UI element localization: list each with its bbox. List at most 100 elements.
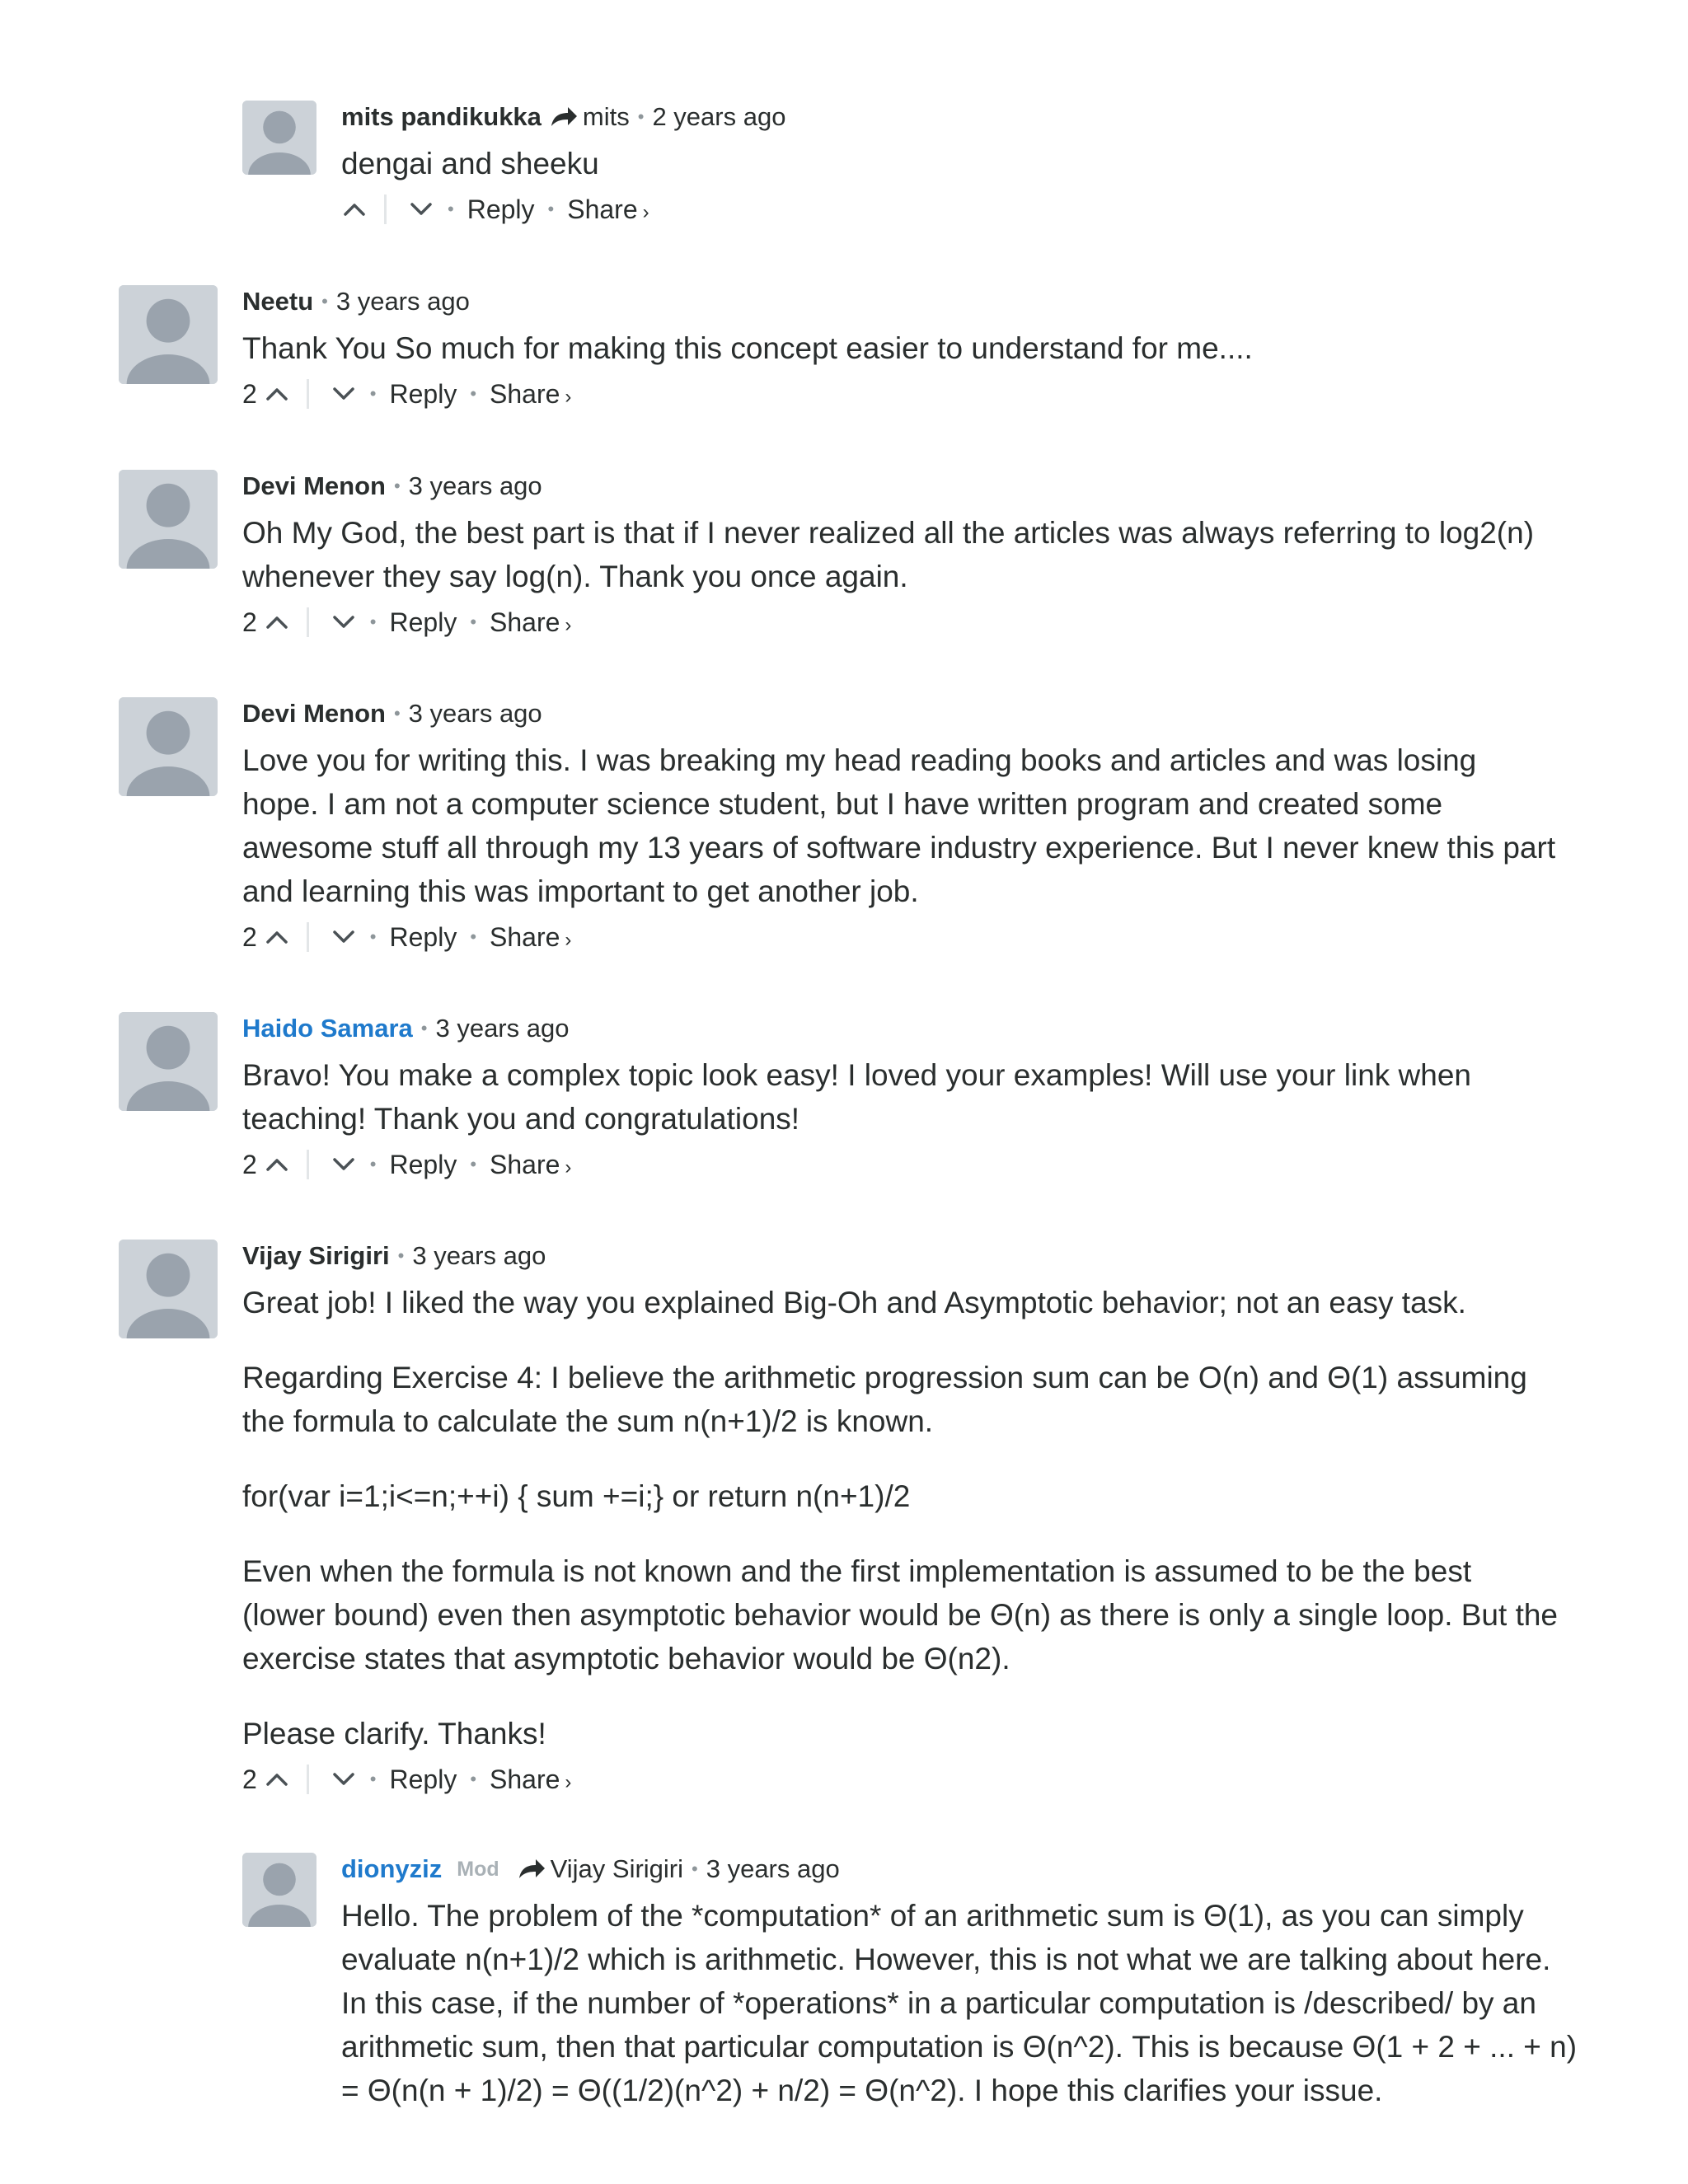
upvote-button[interactable] (264, 609, 290, 635)
chevron-up-icon (266, 931, 288, 944)
author-name[interactable]: Haido Samara (242, 1014, 413, 1043)
share-label: Share (490, 378, 560, 409)
vote-divider (306, 922, 309, 952)
comment-footer: 2 • Reply • Share › (242, 1760, 1561, 1798)
separator-dot: • (547, 199, 555, 219)
upvote-button[interactable] (264, 924, 290, 950)
user-placeholder-icon (119, 1240, 218, 1338)
separator-dot: • (321, 291, 328, 312)
downvote-button[interactable] (331, 1151, 357, 1178)
downvote-button[interactable] (331, 924, 357, 950)
comment-paragraph: Great job! I liked the way you explained… (242, 1286, 1466, 1319)
downvote-button[interactable] (408, 196, 434, 223)
comment-paragraph: Bravo! You make a complex topic look eas… (242, 1058, 1472, 1136)
separator-dot: • (470, 1769, 477, 1789)
chevron-right-icon: › (565, 613, 572, 636)
comment-paragraph: Love you for writing this. I was breakin… (242, 743, 1556, 908)
chevron-down-icon (333, 616, 354, 628)
timestamp[interactable]: 3 years ago (409, 471, 542, 501)
user-placeholder-icon (242, 101, 316, 175)
comment-thread: mits pandikukka mits • 2 years ago denga… (0, 0, 1688, 2184)
author-name[interactable]: Devi Menon (242, 471, 386, 501)
separator-dot: • (369, 612, 377, 632)
parent-author-name[interactable]: mits (583, 102, 630, 132)
author-name[interactable]: dionyziz (341, 1854, 442, 1884)
comment-text: Bravo! You make a complex topic look eas… (242, 1053, 1561, 1141)
comment-text: Love you for writing this. I was breakin… (242, 738, 1561, 913)
avatar[interactable] (119, 697, 218, 796)
vote-count: 2 (242, 1149, 257, 1179)
timestamp[interactable]: 3 years ago (435, 1014, 569, 1043)
reply-button[interactable]: Reply (390, 1150, 457, 1180)
author-name[interactable]: Devi Menon (242, 699, 386, 729)
timestamp[interactable]: 2 years ago (652, 102, 785, 132)
vote-divider (384, 194, 387, 224)
downvote-button[interactable] (331, 381, 357, 407)
user-placeholder-icon (119, 470, 218, 569)
avatar[interactable] (242, 101, 316, 175)
reply-button[interactable]: Reply (390, 607, 457, 638)
separator-dot: • (393, 476, 401, 496)
share-label: Share (567, 194, 638, 224)
comment-text: Oh My God, the best part is that if I ne… (242, 511, 1561, 598)
share-button[interactable]: Share › (490, 607, 571, 638)
comment-footer: 2 • Reply • Share › (242, 1146, 1561, 1183)
user-placeholder-icon (242, 1853, 316, 1927)
avatar[interactable] (119, 1012, 218, 1111)
comment-text: Thank You So much for making this concep… (242, 326, 1561, 370)
chevron-down-icon (333, 930, 354, 943)
timestamp[interactable]: 3 years ago (412, 1241, 546, 1271)
chevron-right-icon: › (565, 1770, 572, 1793)
chevron-right-icon: › (565, 928, 572, 951)
vote-divider (306, 1150, 309, 1179)
share-button[interactable]: Share › (490, 379, 571, 410)
upvote-button[interactable] (264, 1766, 290, 1793)
comment-paragraph: for(var i=1;i<=n;++i) { sum +=i;} or ret… (242, 1479, 911, 1513)
share-button[interactable]: Share › (490, 1150, 571, 1180)
upvote-button[interactable] (341, 196, 368, 223)
share-button[interactable]: Share › (567, 194, 649, 225)
author-name[interactable]: Vijay Sirigiri (242, 1241, 390, 1271)
avatar[interactable] (119, 285, 218, 384)
parent-author-name[interactable]: Vijay Sirigiri (551, 1854, 683, 1884)
author-name[interactable]: mits pandikukka (341, 102, 542, 132)
user-placeholder-icon (119, 697, 218, 796)
avatar[interactable] (119, 1240, 218, 1338)
upvote-button[interactable] (264, 1151, 290, 1178)
chevron-right-icon: › (642, 200, 649, 223)
comment-paragraph: Hello. The problem of the *computation* … (341, 1899, 1578, 2107)
reply-arrow-icon (550, 105, 578, 129)
comment-meta: Haido Samara • 3 years ago (242, 1012, 1561, 1045)
comment-paragraph: Please clarify. Thanks! (242, 1717, 546, 1750)
comment-footer: 2 • Reply • Share › (242, 375, 1561, 413)
chevron-down-icon (410, 203, 432, 215)
vote-divider (306, 379, 309, 409)
timestamp[interactable]: 3 years ago (336, 287, 470, 316)
separator-dot: • (470, 383, 477, 404)
chevron-up-icon (266, 1774, 288, 1786)
timestamp[interactable]: 3 years ago (409, 699, 542, 729)
share-button[interactable]: Share › (490, 1765, 571, 1795)
separator-dot: • (369, 1154, 377, 1174)
separator-dot: • (369, 926, 377, 947)
reply-button[interactable]: Reply (467, 194, 535, 225)
author-name[interactable]: Neetu (242, 287, 313, 316)
reply-button[interactable]: Reply (390, 922, 457, 953)
comment-paragraph: Thank You So much for making this concep… (242, 331, 1253, 365)
avatar[interactable] (119, 470, 218, 569)
comment-paragraph: dengai and sheeku (341, 147, 599, 180)
comment-footer: 2 • Reply • Share › (242, 603, 1561, 641)
timestamp[interactable]: 3 years ago (706, 1854, 840, 1884)
separator-dot: • (369, 383, 377, 404)
separator-dot: • (448, 199, 454, 219)
upvote-button[interactable] (264, 381, 290, 407)
avatar[interactable] (242, 1853, 316, 1927)
downvote-button[interactable] (331, 609, 357, 635)
vote-divider (306, 1765, 309, 1794)
separator-dot: • (637, 106, 645, 127)
reply-button[interactable]: Reply (390, 379, 457, 410)
reply-button[interactable]: Reply (390, 1765, 457, 1795)
separator-dot: • (397, 1245, 405, 1266)
downvote-button[interactable] (331, 1766, 357, 1793)
share-button[interactable]: Share › (490, 922, 571, 953)
